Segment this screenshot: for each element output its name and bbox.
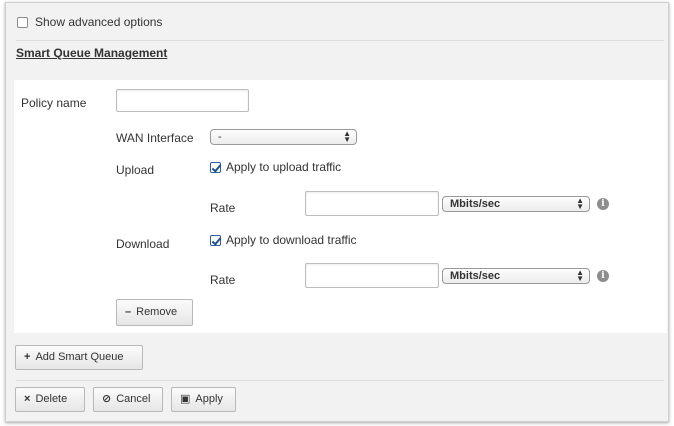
download-unit-select[interactable]: Mbits/sec ▲ ▼ xyxy=(442,268,590,284)
cancel-button[interactable]: ⊘ Cancel xyxy=(93,387,163,412)
info-icon[interactable]: i xyxy=(597,198,609,210)
apply-button-label: Apply xyxy=(195,393,223,405)
upload-rate-input[interactable] xyxy=(305,191,439,216)
info-icon[interactable]: i xyxy=(597,270,609,282)
plus-icon: + xyxy=(24,351,31,363)
minus-icon: – xyxy=(125,306,132,318)
wan-interface-label: WAN Interface xyxy=(116,131,194,145)
section-title: Smart Queue Management xyxy=(16,46,168,60)
download-label: Download xyxy=(116,237,170,251)
smart-queue-panel: Show advanced options Smart Queue Manage… xyxy=(5,2,669,422)
queue-policy-box: Policy name WAN Interface - ▲ ▼ Upload Ap… xyxy=(14,80,667,333)
select-arrows-icon: ▲ ▼ xyxy=(343,129,351,144)
upload-checkbox[interactable] xyxy=(210,162,221,173)
download-checkbox-label: Apply to download traffic xyxy=(226,233,357,247)
cancel-button-label: Cancel xyxy=(116,393,151,405)
upload-unit-select[interactable]: Mbits/sec ▲ ▼ xyxy=(442,196,590,212)
select-arrows-icon: ▲ ▼ xyxy=(576,268,584,283)
close-icon: × xyxy=(24,393,31,405)
upload-rate-label: Rate xyxy=(210,201,236,215)
apply-button[interactable]: ▣ Apply xyxy=(171,387,236,412)
cancel-icon: ⊘ xyxy=(102,393,112,405)
download-rate-input[interactable] xyxy=(305,263,439,288)
policy-name-input[interactable] xyxy=(116,89,249,112)
remove-button-label: Remove xyxy=(136,306,178,318)
show-advanced-checkbox[interactable] xyxy=(17,17,28,28)
remove-button[interactable]: – Remove xyxy=(116,299,193,326)
divider xyxy=(16,40,664,41)
policy-name-label: Policy name xyxy=(21,96,87,110)
delete-button[interactable]: × Delete xyxy=(15,387,85,412)
upload-label: Upload xyxy=(116,163,155,177)
select-arrows-icon: ▲ ▼ xyxy=(576,196,584,211)
add-smart-queue-label: Add Smart Queue xyxy=(35,351,124,363)
download-checkbox[interactable] xyxy=(210,235,221,246)
divider xyxy=(16,380,664,381)
add-smart-queue-button[interactable]: + Add Smart Queue xyxy=(15,345,143,370)
delete-button-label: Delete xyxy=(35,393,68,405)
upload-checkbox-label: Apply to upload traffic xyxy=(226,160,342,174)
download-unit-value: Mbits/sec xyxy=(450,270,501,282)
show-advanced-label: Show advanced options xyxy=(35,15,163,29)
wan-interface-select[interactable]: - ▲ ▼ xyxy=(210,129,357,145)
upload-unit-value: Mbits/sec xyxy=(450,198,501,210)
wan-interface-value: - xyxy=(218,131,222,143)
save-icon: ▣ xyxy=(180,393,191,405)
download-rate-label: Rate xyxy=(210,273,236,287)
